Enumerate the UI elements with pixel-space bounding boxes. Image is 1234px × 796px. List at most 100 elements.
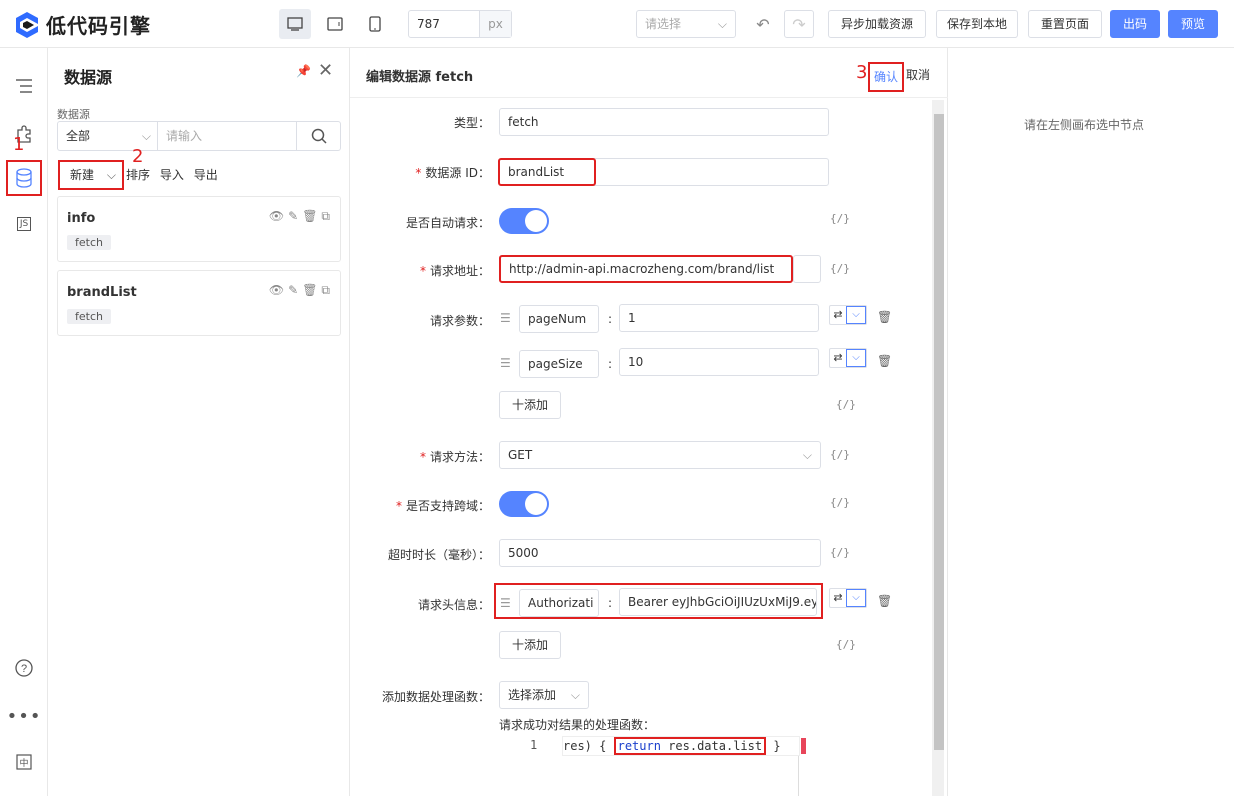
chevron-down-icon: ⌵ [802,448,812,462]
canvas-width-input[interactable]: 787 px [408,10,512,38]
toggle-knob [525,493,547,515]
param-value-input[interactable]: 10 [619,348,819,376]
new-datasource-button[interactable]: 新建 ⌵ [58,160,124,190]
datasource-name: brandList [67,285,137,300]
url-input[interactable]: http://admin-api.macrozheng.com/brand/li… [499,255,793,283]
language-button[interactable]: 中 [8,746,40,778]
js-code-button[interactable]: JS [8,208,40,240]
delete-header-icon[interactable]: 🗑 [877,594,892,608]
close-icon[interactable]: ✕ [318,60,333,81]
method-select[interactable]: GET ⌵ [499,441,821,469]
locale-select-placeholder: 请选择 [645,17,682,31]
search-button[interactable] [296,122,340,150]
variable-binding-icon[interactable]: {/} [836,638,856,651]
sort-link[interactable]: 排序 [126,168,150,182]
code-editor-line[interactable]: res) { return res.data.list } [562,736,800,756]
header-value-input[interactable]: Bearer eyJhbGciOiJIUzUxMiJ9.ey [619,588,817,616]
panel-title: 数据源 [64,68,113,87]
type-input[interactable]: fetch [499,108,829,136]
edit-icon[interactable]: ✎ [288,283,298,298]
colon: : [608,312,613,326]
locale-select[interactable]: 请选择 ⌵ [636,10,736,38]
desktop-view-button[interactable] [279,9,311,39]
edit-icon[interactable]: ✎ [288,209,298,224]
auto-request-toggle[interactable] [499,208,549,234]
copy-icon[interactable]: ⧉ [321,283,330,298]
variable-binding-icon[interactable]: {/} [830,496,850,509]
colon: : [608,596,613,610]
logo-icon [16,11,38,38]
drag-handle-icon[interactable]: ☰ [500,311,511,325]
headers-label: 请求头信息： [417,598,490,612]
id-value[interactable]: brandList [498,158,596,186]
canvas-width-value[interactable]: 787 [409,11,479,37]
canvas-width-unit: px [479,11,511,37]
outline-tree-button[interactable] [8,70,40,102]
variable-binding-icon[interactable]: {/} [830,212,850,225]
export-code-button[interactable]: 出码 [1110,10,1160,38]
timeout-input[interactable]: 5000 [499,539,821,567]
add-header-button[interactable]: 十添加 [499,631,561,659]
tablet-view-button[interactable] [319,9,351,39]
redo-button[interactable]: ↷ [784,10,814,38]
add-param-button[interactable]: 十添加 [499,391,561,419]
datasource-button[interactable] [6,160,42,196]
scrollbar-thumb[interactable] [934,114,944,750]
annotation-mark-1: 1 [13,134,25,155]
param-value-input[interactable]: 1 [619,304,819,332]
editor-scrollbar[interactable] [932,100,944,796]
chevron-down-icon: ⌵ [846,589,866,607]
header-type-switch[interactable]: ⇄ ⌵ [829,588,867,608]
outline-tree-icon [16,79,32,93]
view-icon[interactable]: 👁 [269,209,284,224]
phone-view-button[interactable] [359,9,391,39]
filter-search-input[interactable]: 请输入 [158,122,296,150]
save-local-button[interactable]: 保存到本地 [936,10,1018,38]
drag-handle-icon[interactable]: ☰ [500,596,511,610]
top-toolbar: 低代码引擎 787 px 请选择 ⌵ ↶ ↷ 异步加载资源 保存到本地 重置页面… [0,0,1234,48]
left-icon-bar: 1 JS ? ••• 中 [0,48,48,796]
async-load-button[interactable]: 异步加载资源 [828,10,926,38]
datasource-card-brandlist[interactable]: brandList fetch 👁 ✎ 🗑 ⧉ [57,270,341,336]
help-button[interactable]: ? [8,652,40,684]
confirm-button[interactable]: 确认 [868,62,904,92]
delete-param-icon[interactable]: 🗑 [877,310,892,324]
copy-icon[interactable]: ⧉ [321,209,330,224]
variable-binding-icon[interactable]: {/} [830,262,850,275]
variable-binding-icon[interactable]: {/} [830,448,850,461]
datasource-card-info[interactable]: info fetch 👁 ✎ 🗑 ⧉ [57,196,341,262]
undo-button[interactable]: ↶ [748,10,778,38]
drag-handle-icon[interactable]: ☰ [500,356,511,370]
delete-param-icon[interactable]: 🗑 [877,354,892,368]
view-icon[interactable]: 👁 [269,283,284,298]
swap-icon: ⇄ [833,351,843,364]
variable-binding-icon[interactable]: {/} [836,398,856,411]
chevron-down-icon: ⌵ [106,168,116,182]
cors-toggle[interactable] [499,491,549,517]
delete-icon[interactable]: 🗑 [302,283,317,298]
toggle-knob [525,210,547,232]
method-label: * 请求方法： [419,450,490,464]
code-line-number: 1 [530,738,538,752]
more-button[interactable]: ••• [7,700,41,732]
params-label: 请求参数： [429,314,490,328]
reset-page-button[interactable]: 重置页面 [1028,10,1102,38]
delete-icon[interactable]: 🗑 [302,209,317,224]
preview-button[interactable]: 预览 [1168,10,1218,38]
url-label: * 请求地址： [419,264,490,278]
pin-icon[interactable]: 📌 [296,64,311,78]
import-link[interactable]: 导入 [160,168,184,182]
cancel-button[interactable]: 取消 [906,66,930,83]
export-link[interactable]: 导出 [194,168,218,182]
handler-select[interactable]: 选择添加 ⌵ [499,681,589,709]
variable-binding-icon[interactable]: {/} [830,546,850,559]
code-prefix: res) { [563,739,607,753]
param-type-switch[interactable]: ⇄ ⌵ [829,305,867,325]
datasource-card-actions: 👁 ✎ 🗑 ⧉ [269,283,330,298]
header-key-input[interactable]: Authorizati [519,589,599,617]
param-type-switch[interactable]: ⇄ ⌵ [829,348,867,368]
svg-text:中: 中 [19,757,28,769]
param-key-input[interactable]: pageSize [519,350,599,378]
success-handler-label: 请求成功对结果的处理函数： [499,718,656,732]
param-key-input[interactable]: pageNum [519,305,599,333]
